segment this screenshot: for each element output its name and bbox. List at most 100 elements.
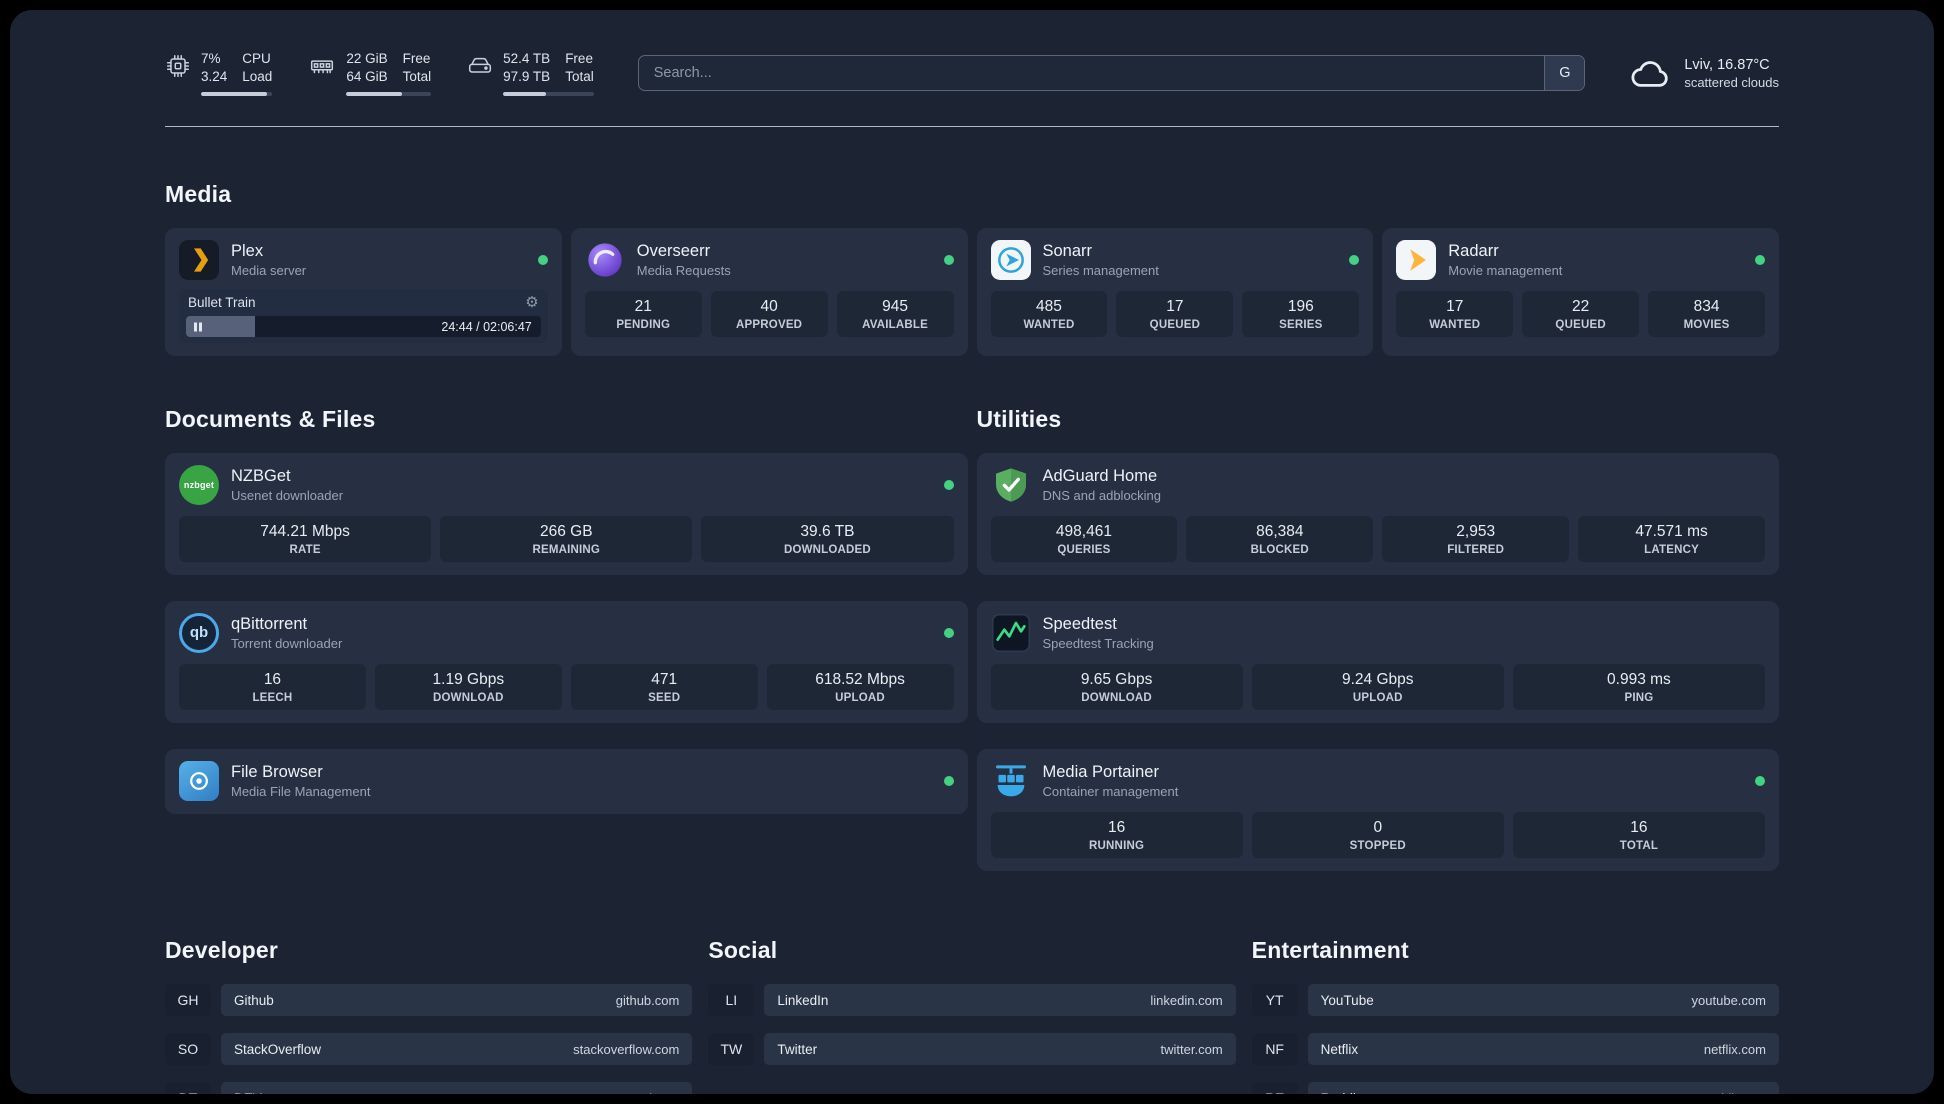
search-bar: G xyxy=(637,55,1586,92)
section-utilities: Utilities AdGuard Home DNS and adblockin… xyxy=(976,406,1779,872)
service-subtitle: Media File Management xyxy=(231,784,371,800)
bookmark-dev[interactable]: DT DEV dev.to xyxy=(165,1082,693,1094)
pause-icon[interactable] xyxy=(194,322,202,332)
portainer-icon xyxy=(991,761,1031,801)
bookmark-youtube[interactable]: YT YouTube youtube.com xyxy=(1251,984,1779,1017)
radarr-icon xyxy=(1396,240,1437,281)
service-title: Speedtest xyxy=(1042,615,1117,634)
stat-tile: 498,461 QUERIES xyxy=(990,516,1178,563)
cloud-icon xyxy=(1629,57,1673,90)
stat-tile: 86,384 BLOCKED xyxy=(1186,516,1374,563)
status-dot xyxy=(943,480,954,491)
speedtest-icon xyxy=(991,613,1031,653)
now-playing-title: Bullet Train xyxy=(188,295,256,311)
bookmark-abbr: SO xyxy=(165,1033,211,1066)
service-card-filebrowser[interactable]: File Browser Media File Management xyxy=(165,749,968,815)
disk-usage-bar xyxy=(503,92,594,97)
sonarr-icon xyxy=(990,240,1031,281)
status-dot xyxy=(537,255,548,266)
service-title: File Browser xyxy=(231,763,323,782)
disk-icon xyxy=(467,53,493,79)
cpu-usage-bar xyxy=(201,92,273,97)
disk-labels: Free Total xyxy=(565,51,594,85)
bookmark-twitter[interactable]: TW Twitter twitter.com xyxy=(708,1033,1236,1066)
resources-widgets: 7% 3.24 CPU Load 22 GiB 64 GiB Free Tota… xyxy=(165,50,594,97)
bookmark-github[interactable]: GH Github github.com xyxy=(165,984,693,1017)
bookmark-abbr: GH xyxy=(165,984,211,1017)
bookmark-linkedin[interactable]: LI LinkedIn linkedin.com xyxy=(708,984,1236,1017)
service-title: Media Portainer xyxy=(1042,763,1159,782)
stat-tile: 834 MOVIES xyxy=(1648,291,1766,338)
adguard-icon xyxy=(991,465,1031,505)
service-card-speedtest[interactable]: Speedtest Speedtest Tracking 9.65 Gbps D… xyxy=(976,601,1779,724)
weather-condition: scattered clouds xyxy=(1684,74,1779,90)
bookmark-netflix[interactable]: NF Netflix netflix.com xyxy=(1251,1033,1779,1066)
stat-tile: 471 SEED xyxy=(570,664,758,711)
stat-tile: 17 QUEUED xyxy=(1116,291,1234,338)
service-subtitle: Media server xyxy=(231,263,307,279)
bookmark-stackoverflow[interactable]: SO StackOverflow stackoverflow.com xyxy=(165,1033,693,1066)
service-card-radarr[interactable]: Radarr Movie management 17 WANTED 22 QUE… xyxy=(1382,228,1779,357)
bookmarks-developer: Developer GH Github github.com SO StackO… xyxy=(165,937,693,1094)
stat-tile: 2,953 FILTERED xyxy=(1382,516,1570,563)
disk-widget: 52.4 TB 97.9 TB Free Total xyxy=(467,50,594,97)
search-input[interactable] xyxy=(638,56,1545,91)
stat-tile: 40 APPROVED xyxy=(710,291,828,338)
search-provider-button[interactable]: G xyxy=(1544,56,1585,91)
bookmark-abbr: YT xyxy=(1251,984,1298,1017)
bookmark-name: StackOverflow xyxy=(234,1041,322,1057)
bookmark-name: LinkedIn xyxy=(777,992,829,1008)
section-title-documents: Documents & Files xyxy=(165,406,376,433)
service-title: Overseerr xyxy=(636,242,711,261)
section-title-utilities: Utilities xyxy=(976,406,1062,433)
cpu-values: 7% 3.24 xyxy=(201,51,228,85)
memory-icon xyxy=(308,53,336,79)
service-card-adguard[interactable]: AdGuard Home DNS and adblocking 498,461 … xyxy=(976,453,1779,576)
dashboard-panel: 7% 3.24 CPU Load 22 GiB 64 GiB Free Tota… xyxy=(10,10,1934,1094)
plex-now-playing: Bullet Train ⚙ 24:44 / 02:06:47 xyxy=(179,289,548,344)
service-subtitle: Movie management xyxy=(1448,263,1563,279)
status-dot xyxy=(943,255,954,266)
filebrowser-icon xyxy=(179,761,219,802)
section-title-developer: Developer xyxy=(165,937,279,964)
cpu-widget: 7% 3.24 CPU Load xyxy=(165,50,273,97)
section-media: Media Plex Media server Bullet Train ⚙ 2… xyxy=(165,181,1779,357)
plex-icon xyxy=(179,240,219,281)
bookmark-name: Github xyxy=(234,992,274,1008)
bookmark-abbr: TW xyxy=(708,1033,755,1066)
stat-tile: 485 WANTED xyxy=(990,291,1108,338)
service-card-portainer[interactable]: Media Portainer Container management 16 … xyxy=(976,749,1779,872)
bookmark-name: Reddit xyxy=(1321,1091,1360,1094)
bookmark-reddit[interactable]: RE Reddit reddit.com xyxy=(1251,1082,1779,1094)
stat-tile: 744.21 Mbps RATE xyxy=(179,516,432,563)
service-subtitle: Media Requests xyxy=(636,263,731,279)
service-subtitle: Torrent downloader xyxy=(231,636,343,652)
stat-tile: 17 WANTED xyxy=(1396,291,1514,338)
service-card-overseerr[interactable]: Overseerr Media Requests 21 PENDING 40 A… xyxy=(570,228,968,357)
settings-gear-icon[interactable]: ⚙ xyxy=(525,295,538,310)
stat-tile: 21 PENDING xyxy=(584,291,702,338)
stat-tile: 39.6 TB DOWNLOADED xyxy=(701,516,954,563)
service-card-qbittorrent[interactable]: qb qBittorrent Torrent downloader 16 LEE… xyxy=(165,601,968,724)
stat-tile: 266 GB REMAINING xyxy=(440,516,693,563)
qbittorrent-icon: qb xyxy=(179,613,219,654)
status-dot xyxy=(1349,255,1360,266)
bookmark-domain: dev.to xyxy=(645,1091,679,1094)
bookmark-domain: github.com xyxy=(615,992,680,1008)
overseerr-icon xyxy=(585,240,625,280)
stat-tile: 22 QUEUED xyxy=(1522,291,1640,338)
cpu-icon xyxy=(165,53,191,79)
bookmark-abbr: NF xyxy=(1251,1033,1298,1066)
service-card-plex[interactable]: Plex Media server Bullet Train ⚙ 24:44 /… xyxy=(165,228,562,357)
service-card-sonarr[interactable]: Sonarr Series management 485 WANTED 17 Q… xyxy=(976,228,1374,357)
service-title: AdGuard Home xyxy=(1042,467,1158,486)
playback-progress-bar[interactable]: 24:44 / 02:06:47 xyxy=(186,316,541,338)
memory-labels: Free Total xyxy=(402,51,432,85)
bookmark-domain: youtube.com xyxy=(1691,992,1766,1008)
playback-time: 24:44 / 02:06:47 xyxy=(441,319,532,334)
service-title: Sonarr xyxy=(1042,242,1093,261)
service-card-nzbget[interactable]: nzbget NZBGet Usenet downloader 744.21 M… xyxy=(165,453,968,576)
disk-values: 52.4 TB 97.9 TB xyxy=(503,51,551,85)
stat-tile: 1.19 Gbps DOWNLOAD xyxy=(374,664,562,711)
service-subtitle: Series management xyxy=(1042,263,1159,279)
